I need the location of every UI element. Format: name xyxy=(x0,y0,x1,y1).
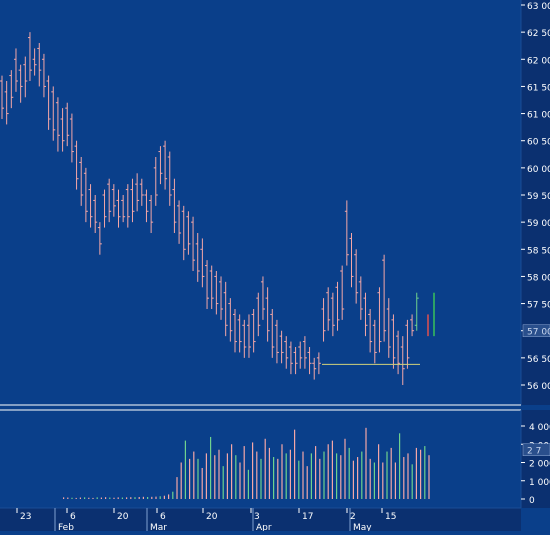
chart-background xyxy=(0,0,550,531)
day-label: 20 xyxy=(117,512,129,522)
month-label: Apr xyxy=(256,523,272,531)
volume-tick-label: 4 000 xyxy=(529,423,550,433)
price-tick-label: 58 500 xyxy=(527,246,550,256)
day-label: 6 xyxy=(160,512,166,522)
price-tick-label: 60 500 xyxy=(527,138,550,148)
day-label: 20 xyxy=(206,512,218,522)
price-tick-label: 62 500 xyxy=(527,29,550,39)
price-tick-label: 59 000 xyxy=(527,219,550,229)
price-tick-label: 62 000 xyxy=(527,56,550,66)
price-tick-label: 56 500 xyxy=(527,355,550,365)
day-label: 6 xyxy=(70,512,76,522)
price-tick-label: 58 000 xyxy=(527,273,550,283)
current-price-label: 57 000 xyxy=(527,328,550,338)
price-axis: 63 000 62 500 62 000 61 500 61 000 60 500 60 0… xyxy=(520,0,550,405)
day-label: 2 xyxy=(350,512,356,522)
day-label: 17 xyxy=(302,512,313,522)
month-label: Mar xyxy=(150,523,167,531)
day-label: 23 xyxy=(20,512,31,522)
volume-axis: 4 0003 0002 0001 00002 7 xyxy=(520,410,550,508)
day-label: 15 xyxy=(385,512,396,522)
current-volume-label: 2 7 xyxy=(527,447,541,457)
volume-tick-label: 1 000 xyxy=(529,478,550,488)
price-tick-label: 61 500 xyxy=(527,83,550,93)
volume-tick-label: 2 000 xyxy=(529,460,550,470)
price-tick-label: 60 000 xyxy=(527,165,550,175)
price-volume-chart[interactable]: 63 00062 50062 00061 50061 00060 50060 0… xyxy=(0,0,550,533)
price-tick-label: 59 500 xyxy=(527,192,550,202)
chart-window: 63 00062 50062 00061 50061 00060 50060 0… xyxy=(0,0,550,533)
month-label: Feb xyxy=(58,523,74,531)
volume-tick-label: 0 xyxy=(529,496,535,506)
price-tick-label: 56 000 xyxy=(527,382,550,392)
month-label: May xyxy=(353,523,372,531)
day-label: 3 xyxy=(254,512,260,522)
price-tick-label: 57 500 xyxy=(527,301,550,311)
price-tick-label: 63 000 xyxy=(527,2,550,12)
price-tick-label: 61 000 xyxy=(527,111,550,121)
